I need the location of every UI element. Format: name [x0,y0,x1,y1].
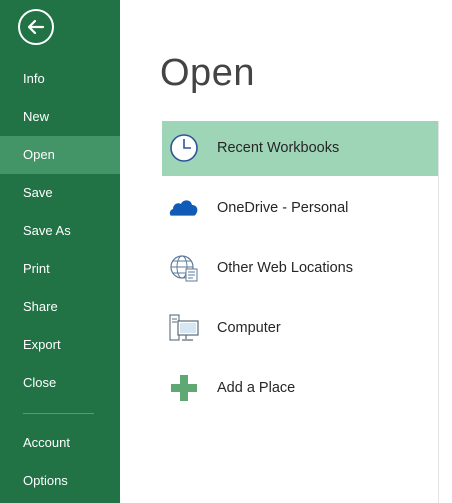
pane-divider [438,121,439,503]
nav-divider [23,413,94,414]
place-label: Other Web Locations [217,260,353,276]
nav-item-account[interactable]: Account [0,424,120,462]
nav-item-open[interactable]: Open [0,136,120,174]
place-label: OneDrive - Personal [217,200,349,216]
place-recent-workbooks[interactable]: Recent Workbooks [162,121,439,176]
nav-item-print[interactable]: Print [0,250,120,288]
nav-item-options[interactable]: Options [0,462,120,500]
place-label: Add a Place [217,380,296,396]
clock-icon [170,134,198,162]
nav-item-info[interactable]: Info [0,60,120,98]
nav-item-save[interactable]: Save [0,174,120,212]
place-label: Computer [217,320,281,336]
open-pane: Open Recent Workbooks OneDrive - Persona… [120,0,452,503]
place-label: Recent Workbooks [217,140,340,156]
nav-item-new[interactable]: New [0,98,120,136]
back-button[interactable] [18,9,54,45]
backstage-sidebar: Info New Open Save Save As Print Share E… [0,0,120,503]
cloud-icon [169,200,198,217]
computer-icon [169,314,199,341]
page-title: Open [160,52,255,94]
nav-item-share[interactable]: Share [0,288,120,326]
plus-icon [171,375,197,401]
place-add-a-place[interactable]: Add a Place [162,361,439,416]
back-arrow-icon [27,19,45,35]
nav-item-close[interactable]: Close [0,364,120,402]
globe-icon [170,255,198,282]
place-onedrive-personal[interactable]: OneDrive - Personal [162,181,439,236]
nav-item-export[interactable]: Export [0,326,120,364]
nav-item-save-as[interactable]: Save As [0,212,120,250]
places-list: Recent Workbooks OneDrive - Personal Oth… [162,121,439,421]
place-computer[interactable]: Computer [162,301,439,356]
place-other-web-locations[interactable]: Other Web Locations [162,241,439,296]
